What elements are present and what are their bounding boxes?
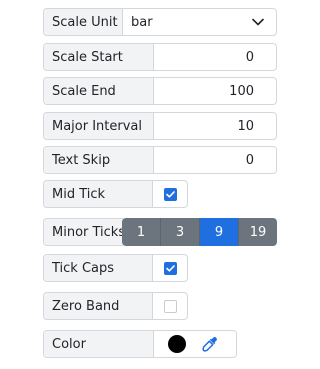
tick-caps-label: Tick Caps [44,255,154,281]
text-skip-row: Text Skip 0 [43,146,277,174]
checkmark-icon [165,190,175,198]
major-interval-label: Major Interval [44,113,154,139]
scale-unit-select[interactable]: bar [123,9,276,35]
mid-tick-label: Mid Tick [44,181,154,207]
minor-ticks-option-1[interactable]: 1 [122,218,161,246]
chevron-down-icon [252,18,264,26]
zero-band-label: Zero Band [44,293,154,319]
minor-ticks-row: Minor Ticks [43,218,125,246]
scale-unit-row: Scale Unit bar [43,8,277,36]
major-interval-row: Major Interval 10 [43,112,277,140]
minor-ticks-option-3[interactable]: 3 [161,218,200,246]
mid-tick-checkbox-cell[interactable] [153,181,187,207]
mid-tick-row: Mid Tick [43,180,188,208]
color-row: Color [43,330,237,358]
zero-band-checkbox-cell[interactable] [153,293,187,319]
checkmark-icon [165,264,175,272]
scale-end-row: Scale End 100 [43,77,277,105]
text-skip-input[interactable]: 0 [154,147,276,173]
minor-ticks-segmented-control: 1 3 9 19 [122,218,277,246]
mid-tick-checkbox[interactable] [163,187,177,201]
scale-unit-value: bar [131,14,153,30]
eyedropper-icon[interactable] [202,336,218,352]
major-interval-input[interactable]: 10 [154,113,276,139]
scale-unit-label: Scale Unit [44,9,123,35]
minor-ticks-option-19[interactable]: 19 [239,218,277,246]
scale-start-row: Scale Start 0 [43,43,277,71]
color-label: Color [44,331,154,357]
scale-end-input[interactable]: 100 [154,78,276,104]
minor-ticks-option-9[interactable]: 9 [200,218,239,246]
tick-caps-checkbox-cell[interactable] [153,255,187,281]
tick-caps-row: Tick Caps [43,254,188,282]
zero-band-row: Zero Band [43,292,188,320]
scale-end-label: Scale End [44,78,154,104]
color-swatch[interactable] [168,335,186,353]
tick-caps-checkbox[interactable] [163,261,177,275]
scale-start-label: Scale Start [44,44,154,70]
minor-ticks-label: Minor Ticks [44,219,125,245]
scale-start-input[interactable]: 0 [154,44,276,70]
zero-band-checkbox[interactable] [163,299,177,313]
color-picker[interactable] [154,331,236,357]
text-skip-label: Text Skip [44,147,154,173]
